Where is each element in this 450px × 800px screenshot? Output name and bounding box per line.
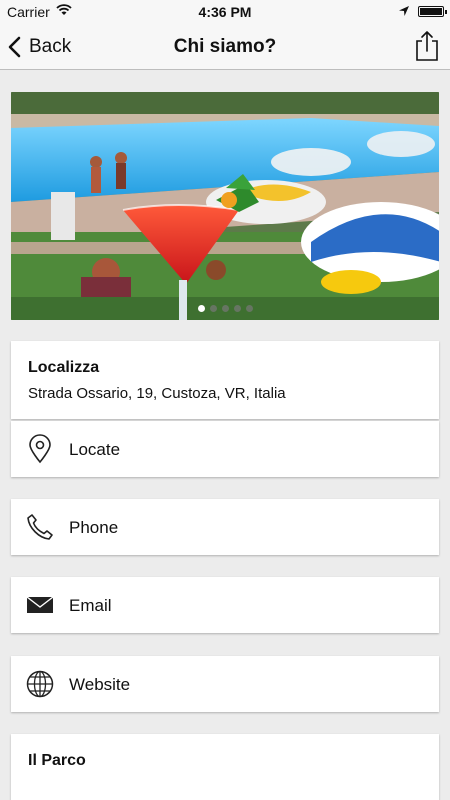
battery-icon bbox=[418, 6, 447, 17]
share-button[interactable] bbox=[414, 30, 440, 62]
email-label: Email bbox=[69, 596, 112, 615]
share-icon bbox=[416, 31, 438, 61]
gallery-pagination[interactable] bbox=[11, 305, 439, 312]
gallery-dot[interactable] bbox=[221, 305, 229, 312]
phone-button[interactable]: Phone bbox=[11, 499, 439, 555]
map-pin-icon bbox=[29, 434, 51, 464]
envelope-icon bbox=[26, 596, 54, 613]
gallery-dot[interactable] bbox=[233, 305, 241, 312]
park-title: Il Parco bbox=[28, 752, 86, 769]
gallery-dot[interactable] bbox=[245, 305, 253, 312]
phone-icon bbox=[27, 514, 53, 540]
page-title: Chi siamo? bbox=[173, 36, 277, 57]
pool-photo bbox=[11, 92, 439, 320]
website-label: Website bbox=[69, 675, 131, 694]
gallery-dot[interactable] bbox=[197, 305, 205, 312]
park-card: Il Parco bbox=[11, 734, 439, 800]
status-bar: Carrier 4:36 PM bbox=[0, 0, 450, 24]
location-card: Localizza Strada Ossario, 19, Custoza, V… bbox=[11, 341, 439, 419]
location-arrow-icon bbox=[398, 4, 410, 20]
email-button[interactable]: Email bbox=[11, 577, 439, 633]
phone-label: Phone bbox=[69, 518, 119, 537]
photo-gallery[interactable] bbox=[11, 92, 439, 320]
locate-label: Locate bbox=[69, 440, 121, 459]
locate-button[interactable]: Locate bbox=[11, 421, 439, 477]
gallery-dot[interactable] bbox=[209, 305, 217, 312]
location-title: Localizza bbox=[28, 359, 100, 376]
website-button[interactable]: Website bbox=[11, 656, 439, 712]
globe-icon bbox=[26, 670, 54, 698]
status-time: 4:36 PM bbox=[198, 4, 252, 20]
location-address: Strada Ossario, 19, Custoza, VR, Italia bbox=[28, 385, 286, 402]
navigation-bar: Back Chi siamo? bbox=[0, 24, 450, 70]
